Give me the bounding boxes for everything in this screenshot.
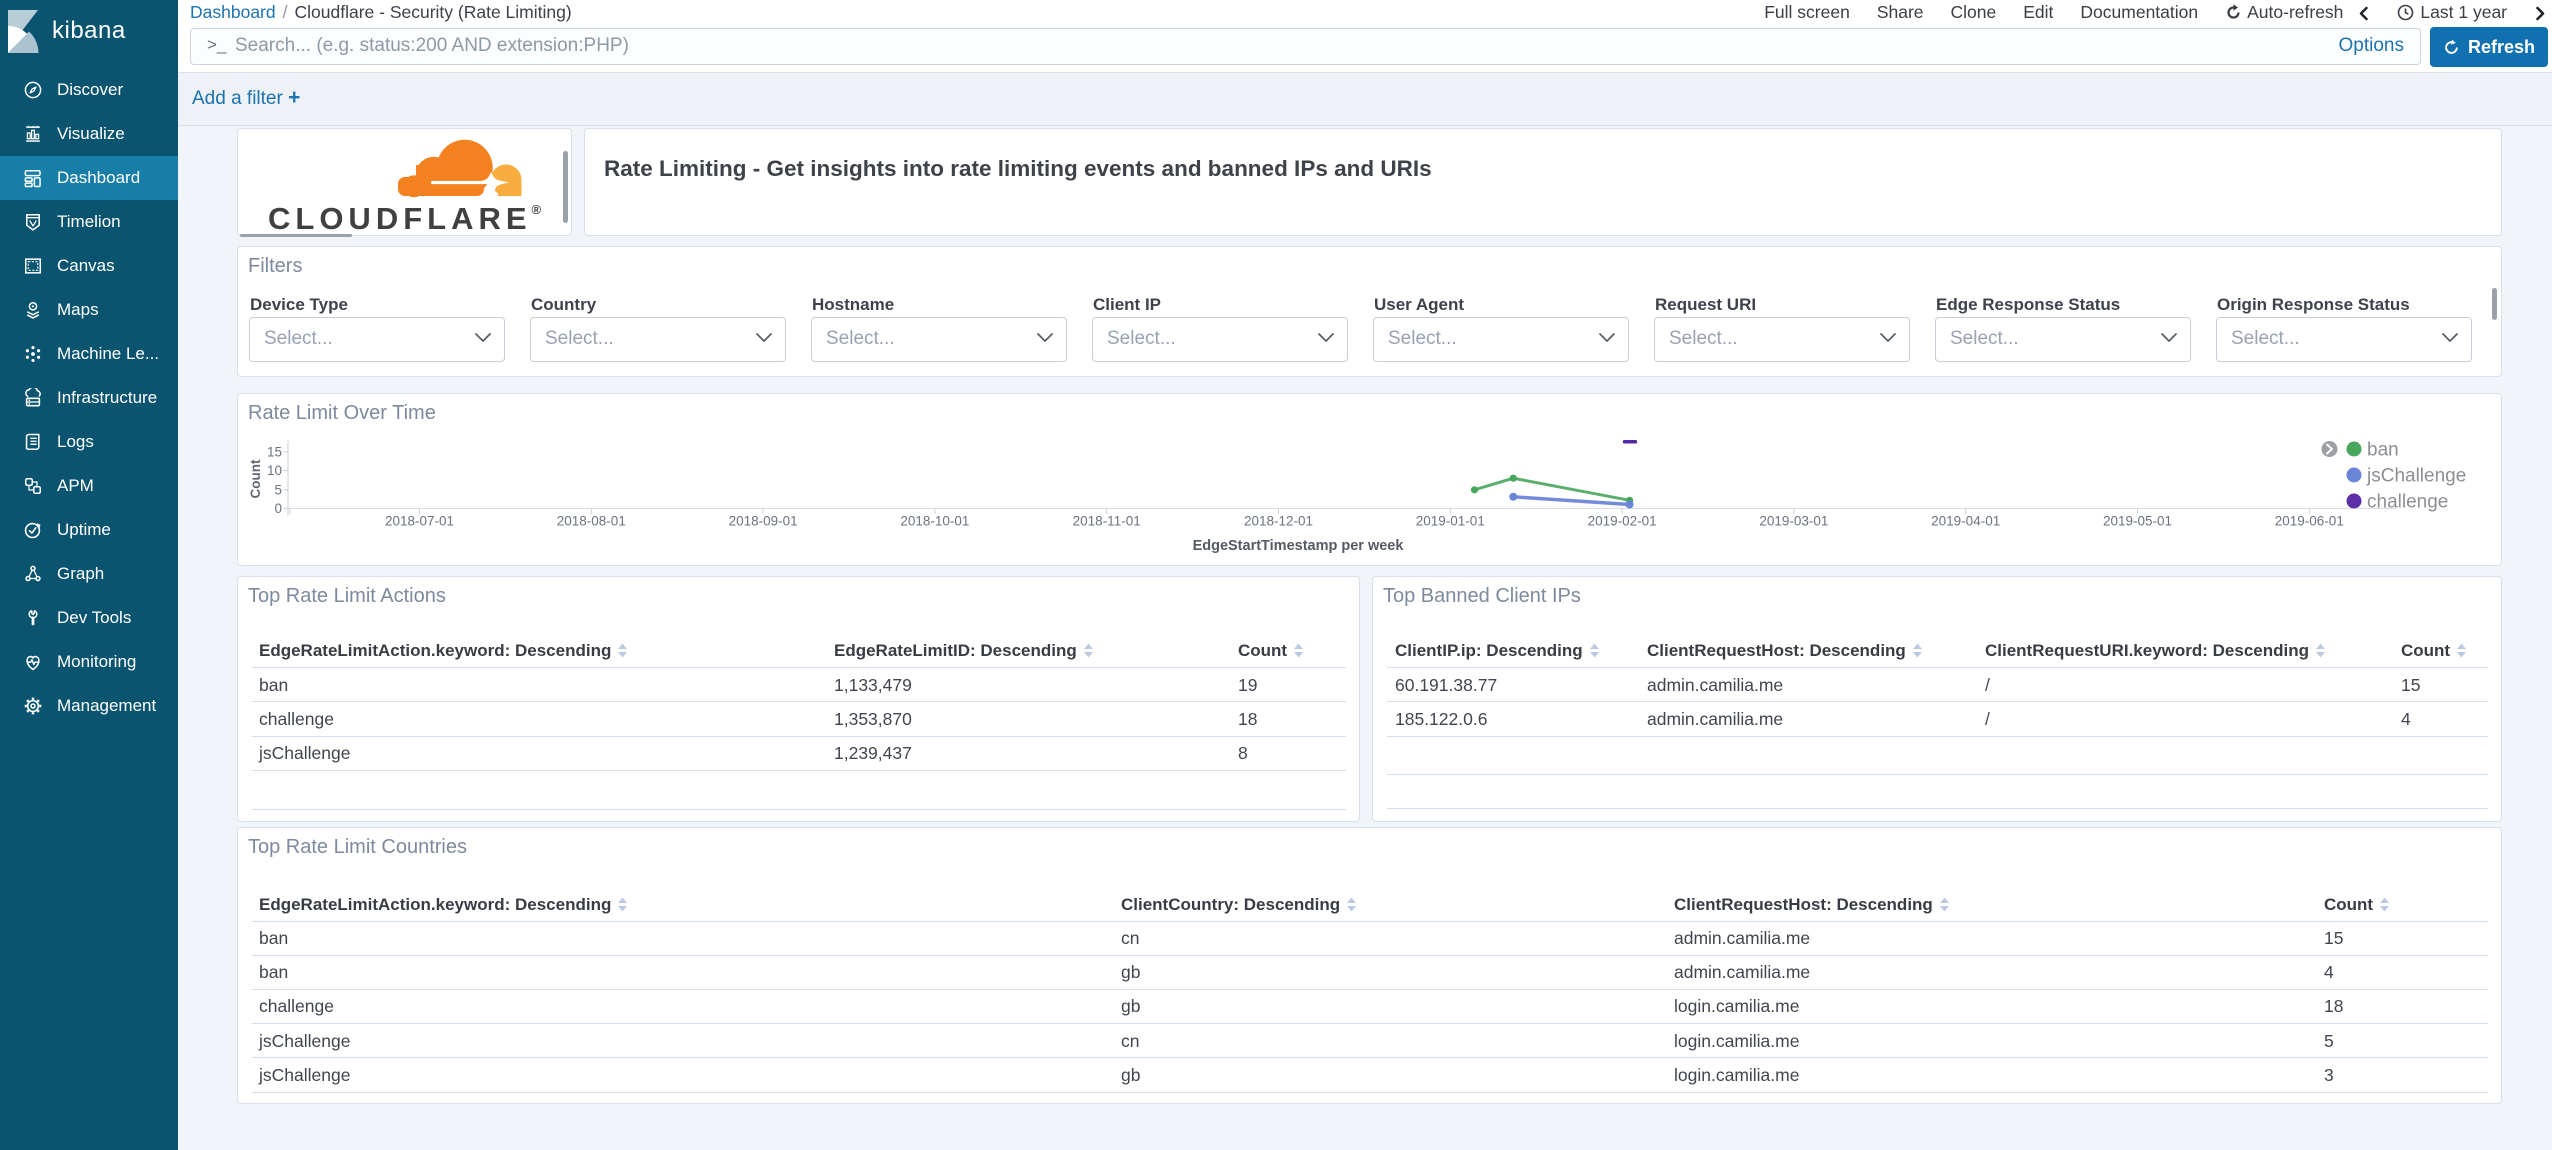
svg-text:2018-11-01: 2018-11-01: [1073, 514, 1141, 529]
svg-text:EdgeStartTimestamp per week: EdgeStartTimestamp per week: [1193, 538, 1405, 554]
svg-text:2019-02-01: 2019-02-01: [1588, 514, 1657, 529]
svg-text:2018-08-01: 2018-08-01: [557, 514, 626, 529]
svg-text:2019-06-01: 2019-06-01: [2275, 514, 2344, 529]
svg-text:5: 5: [274, 482, 282, 497]
svg-text:ban: ban: [2367, 440, 2399, 461]
svg-text:2019-04-01: 2019-04-01: [1931, 514, 2000, 529]
svg-text:2018-12-01: 2018-12-01: [1244, 514, 1313, 529]
svg-text:challenge: challenge: [2367, 492, 2448, 513]
svg-text:0: 0: [274, 501, 282, 516]
svg-text:2018-09-01: 2018-09-01: [729, 514, 798, 529]
svg-text:15: 15: [267, 444, 282, 459]
svg-text:2019-01-01: 2019-01-01: [1416, 514, 1485, 529]
svg-text:Count: Count: [248, 459, 263, 498]
svg-text:2019-05-01: 2019-05-01: [2103, 514, 2172, 529]
svg-text:10: 10: [267, 463, 282, 478]
svg-text:2018-07-01: 2018-07-01: [385, 514, 454, 529]
svg-text:2018-10-01: 2018-10-01: [900, 514, 969, 529]
svg-text:jsChallenge: jsChallenge: [2366, 466, 2466, 487]
svg-text:2019-03-01: 2019-03-01: [1759, 514, 1828, 529]
